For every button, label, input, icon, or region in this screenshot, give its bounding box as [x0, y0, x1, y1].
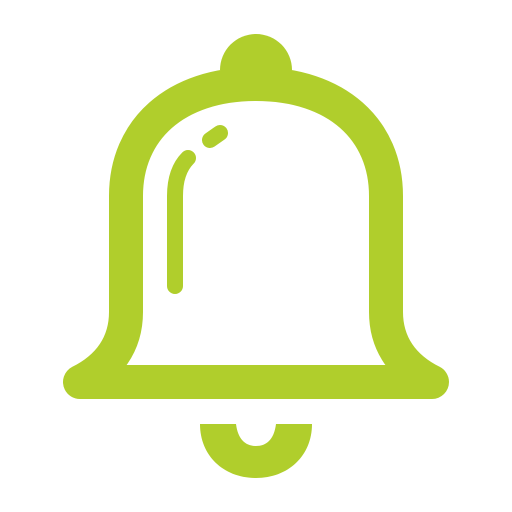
- bell-body-outline: [63, 67, 449, 399]
- bell-highlight-dot: [202, 125, 228, 148]
- bell-clapper: [200, 424, 312, 478]
- bell-highlight-streak: [167, 150, 196, 294]
- icon-canvas: [0, 0, 512, 512]
- bell-top-knob: [220, 34, 292, 70]
- bell-icon: [63, 34, 449, 478]
